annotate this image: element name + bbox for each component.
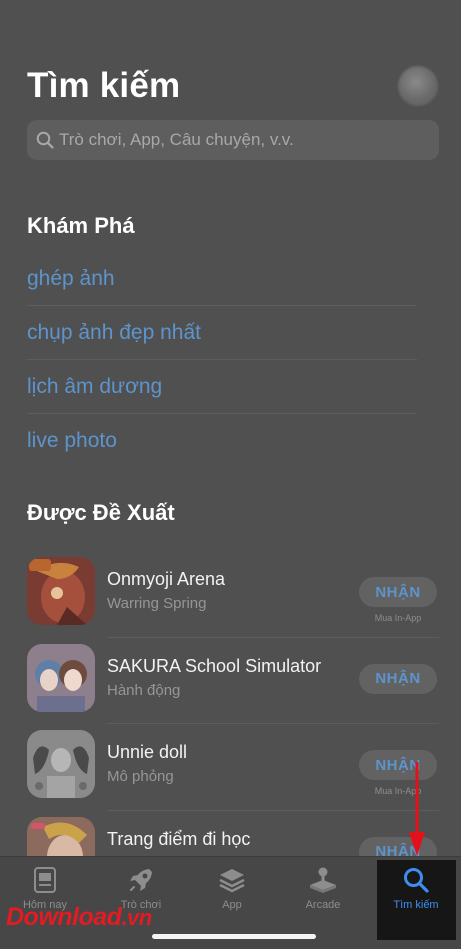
in-app-purchase-note: Mua In-App [374,613,422,623]
app-row-sakura[interactable]: SAKURA School Simulator Hành động NHẬN [27,638,439,724]
discover-item[interactable]: live photo [27,414,417,467]
app-row-unnie-doll[interactable]: Unnie doll Mô phỏng NHẬN Mua In-App [27,724,439,811]
app-name: Unnie doll [107,742,188,762]
get-button[interactable]: NHẬN [359,663,437,694]
joystick-icon [308,865,338,895]
tab-arcade[interactable]: Arcade [278,857,368,919]
rocket-icon [126,865,156,895]
search-bar[interactable] [27,120,439,160]
search-icon [35,130,55,150]
suggested-app-list: Onmyoji Arena Warring Spring NHẬN Mua In… [27,551,439,897]
tab-apps[interactable]: App [187,857,277,919]
watermark-domain: .vn [121,905,152,930]
today-icon [30,865,60,895]
annotation-arrow-icon [409,762,425,856]
discover-item[interactable]: ghép ảnh [27,252,417,306]
search-icon [401,865,431,895]
app-name: Onmyoji Arena [107,569,226,589]
suggested-heading: Được Đề Xuất [27,500,175,525]
app-store-search-screen: Tìm kiếm Khám Phá ghép ảnh chụp ảnh đẹp … [0,0,461,949]
tab-label: Tìm kiếm [393,899,439,911]
discover-item[interactable]: chụp ảnh đẹp nhất [27,306,417,360]
app-row-onmyoji[interactable]: Onmyoji Arena Warring Spring NHẬN Mua In… [27,551,439,638]
discover-list: ghép ảnh chụp ảnh đẹp nhất lịch âm dương… [27,252,417,467]
page-title: Tìm kiếm [27,66,181,105]
app-name: SAKURA School Simulator [107,655,322,676]
discover-item[interactable]: lịch âm dương [27,360,417,414]
onmyoji-app-icon[interactable] [27,557,95,625]
watermark-text: Download [6,903,122,931]
app-subtitle: Warring Spring [107,595,207,612]
search-input[interactable] [59,130,419,150]
app-subtitle: Hành động [107,681,181,699]
home-indicator[interactable] [152,934,316,939]
unnie-doll-app-icon[interactable] [27,730,95,798]
app-name: Trang điểm đi học [107,828,251,849]
tab-search[interactable]: Tìm kiếm [371,857,461,919]
sakura-app-icon[interactable] [27,643,95,712]
app-subtitle: Mô phỏng [107,768,174,785]
avatar[interactable] [398,66,438,106]
watermark: Download.vn [6,903,152,932]
discover-heading: Khám Phá [27,213,135,238]
layers-icon [217,865,247,895]
tab-label: Arcade [305,899,341,911]
tab-label: App [222,899,242,911]
get-button[interactable]: NHẬN [359,577,437,607]
